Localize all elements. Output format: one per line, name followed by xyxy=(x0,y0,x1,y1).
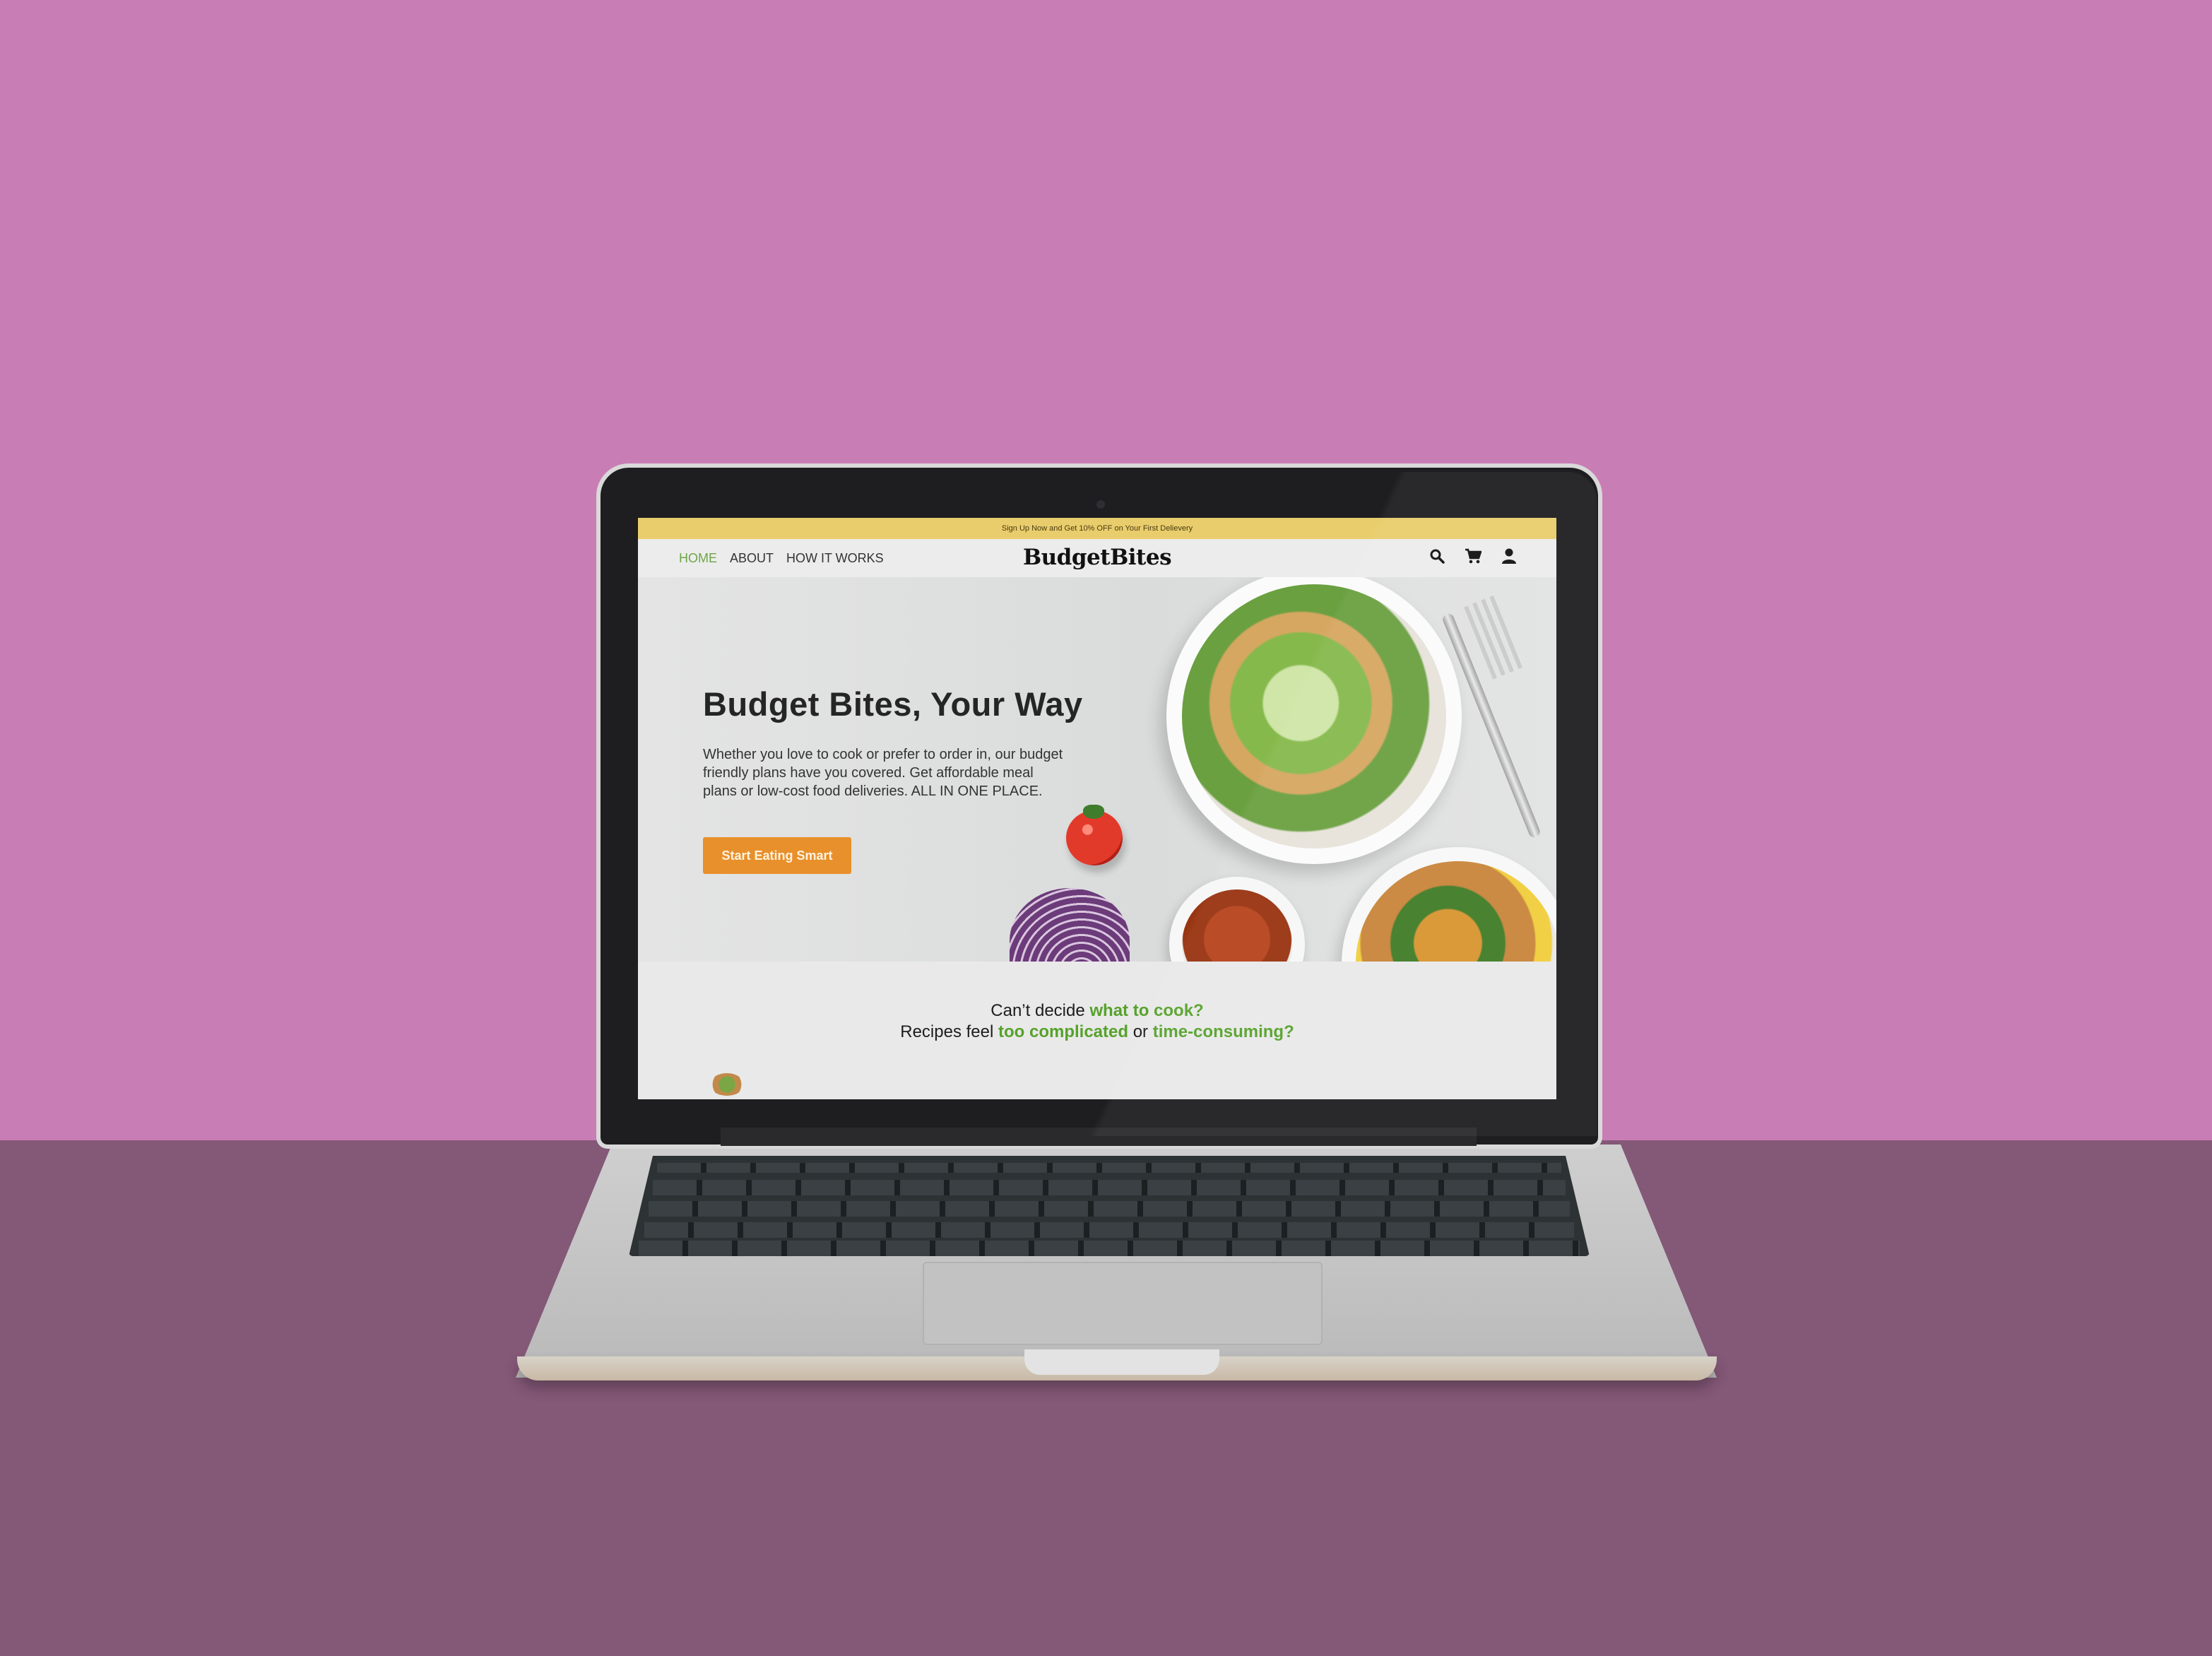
problem-line-1-highlight: what to cook? xyxy=(1089,1001,1204,1020)
laptop-notch xyxy=(1024,1349,1219,1375)
problem-line-2-highlight-2: time-consuming? xyxy=(1152,1022,1294,1041)
site-logo[interactable]: BudgetBites xyxy=(638,545,1556,570)
problem-line-2-highlight-1: too complicated xyxy=(998,1022,1129,1041)
hero-section: Budget Bites, Your Way Whether you love … xyxy=(638,577,1556,962)
salad-bowl-image xyxy=(1166,577,1462,864)
laptop-keyboard xyxy=(629,1156,1590,1256)
problem-section: Can’t decide what to cook? Recipes feel … xyxy=(638,962,1556,1099)
nav-icons xyxy=(1429,548,1517,564)
search-icon[interactable] xyxy=(1429,548,1445,564)
chicken-bowl-image xyxy=(1342,847,1556,962)
sauce-bowl-image xyxy=(1169,877,1305,962)
hero-description: Whether you love to cook or prefer to or… xyxy=(703,747,1063,799)
webcam xyxy=(1096,500,1105,509)
start-eating-smart-button[interactable]: Start Eating Smart xyxy=(703,837,851,874)
promo-text: Sign Up Now and Get 10% OFF on Your Firs… xyxy=(1001,524,1193,533)
cabbage-image xyxy=(1010,888,1130,962)
cart-icon[interactable] xyxy=(1465,548,1481,564)
laptop-hinge xyxy=(721,1128,1477,1146)
hero-title: Budget Bites, Your Way xyxy=(703,685,1083,723)
account-icon[interactable] xyxy=(1501,548,1517,564)
top-nav: HOME ABOUT HOW IT WORKS BudgetBites xyxy=(638,539,1556,577)
problem-line-1: Can’t decide what to cook? xyxy=(638,1001,1556,1021)
laptop-screen: Sign Up Now and Get 10% OFF on Your Firs… xyxy=(638,518,1556,1099)
problem-line-2-middle: or xyxy=(1128,1022,1153,1041)
problem-line-1-prefix: Can’t decide xyxy=(990,1001,1090,1020)
tomato-stem-image xyxy=(1083,805,1104,819)
laptop-trackpad xyxy=(923,1262,1323,1345)
problem-line-2: Recipes feel too complicated or time-con… xyxy=(638,1022,1556,1042)
problem-line-2-prefix: Recipes feel xyxy=(900,1022,998,1041)
food-garnish-image xyxy=(710,1073,744,1096)
promo-bar[interactable]: Sign Up Now and Get 10% OFF on Your Firs… xyxy=(638,518,1556,539)
